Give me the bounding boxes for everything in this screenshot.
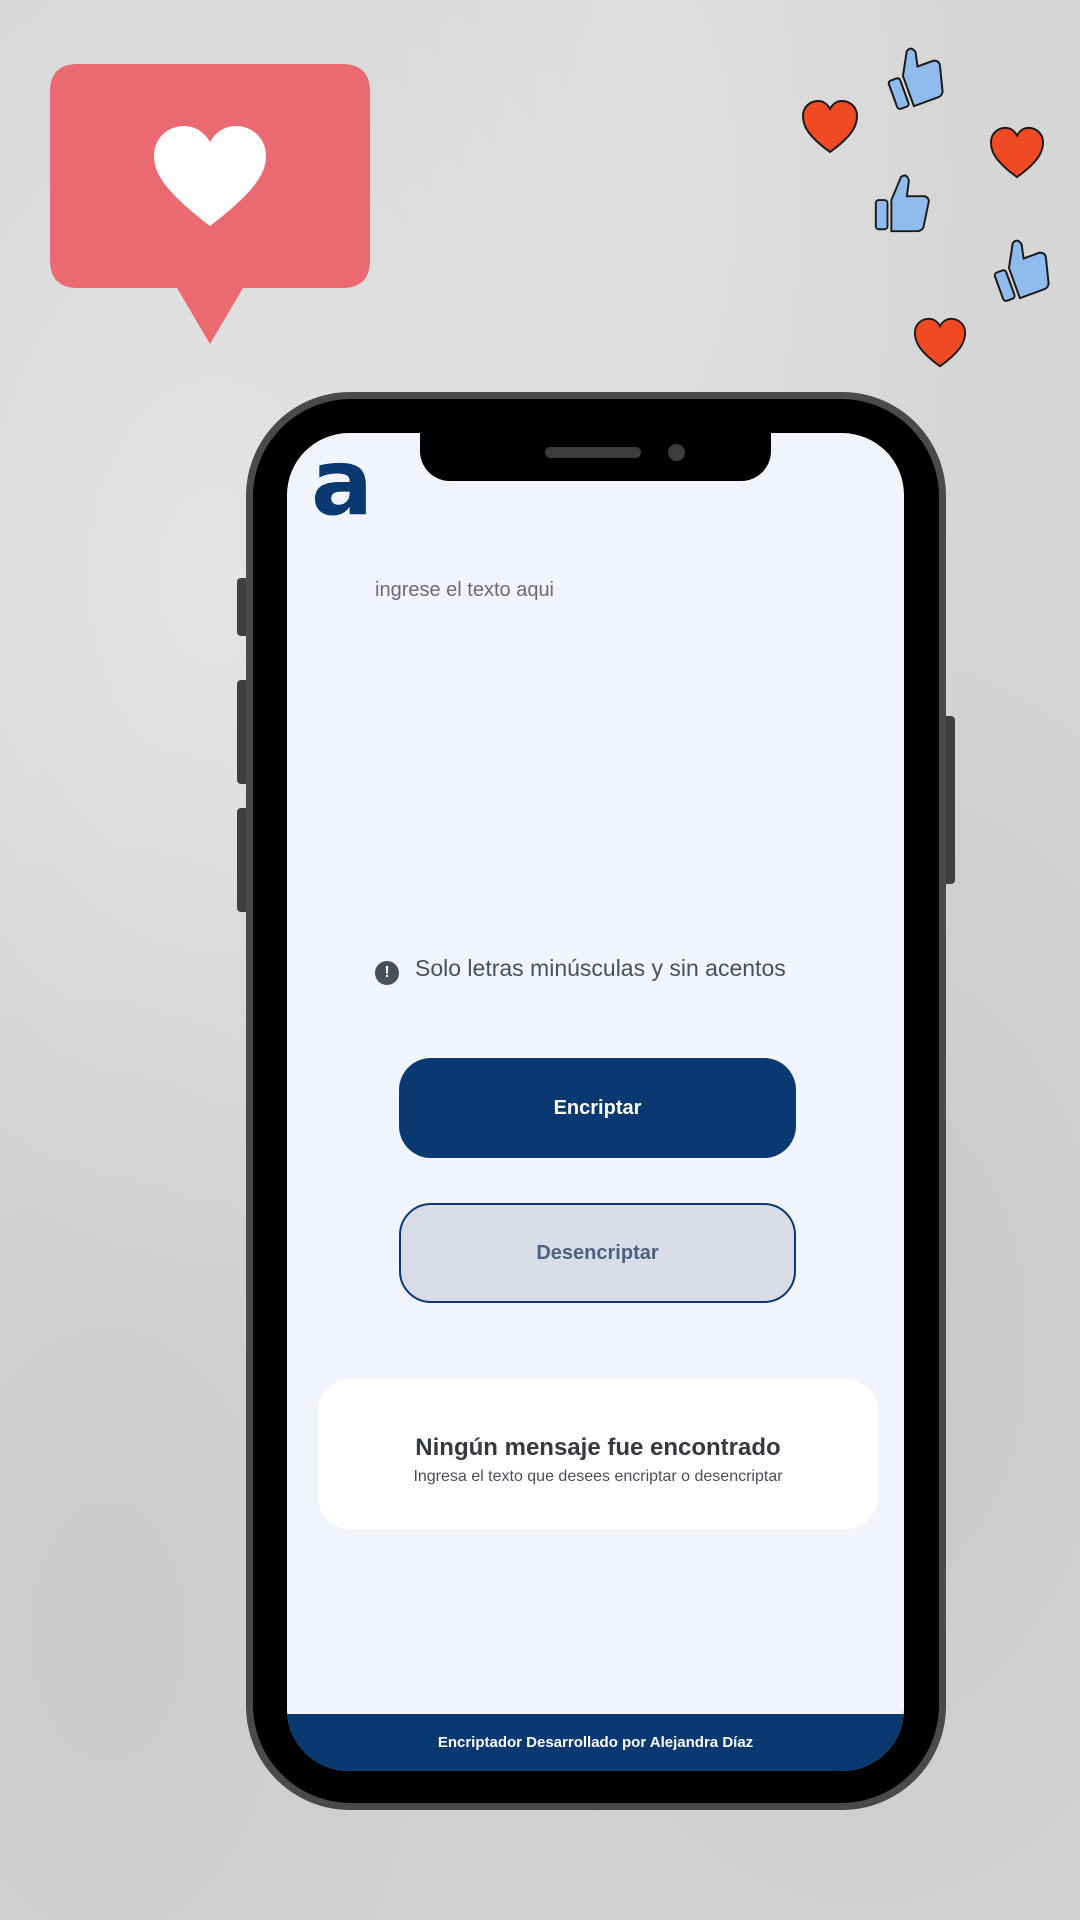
hint-text: Solo letras minúsculas y sin acentos	[415, 955, 786, 981]
exclamation-icon: !	[375, 961, 399, 985]
phone-notch	[420, 433, 771, 481]
heart-sticker-icon	[801, 99, 859, 154]
decrypt-button[interactable]: Desencriptar	[399, 1203, 796, 1303]
encrypt-button[interactable]: Encriptar	[399, 1058, 796, 1158]
result-title: Ningún mensaje fue encontrado	[415, 1434, 781, 1461]
result-subtitle: Ingresa el texto que desees encriptar o …	[413, 1468, 783, 1485]
thumbs-up-sticker-icon	[874, 174, 930, 233]
camera-icon	[668, 444, 685, 461]
like-bubble-heart-icon	[50, 64, 370, 344]
speaker-icon	[545, 447, 641, 458]
result-card: Ningún mensaje fue encontrado Ingresa el…	[318, 1379, 878, 1529]
text-input[interactable]	[375, 579, 835, 939]
hint-row: ! Solo letras minúsculas y sin acentos	[375, 953, 795, 985]
heart-sticker-icon	[989, 126, 1045, 179]
thumbs-up-sticker-icon	[887, 47, 944, 110]
thumbs-up-sticker-icon	[993, 239, 1050, 302]
footer-credit: Encriptador Desarrollado por Alejandra D…	[287, 1714, 904, 1771]
phone-screen: a ! Solo letras minúsculas y sin acentos…	[287, 433, 904, 1771]
app-logo[interactable]: a	[311, 437, 373, 529]
heart-sticker-icon	[913, 317, 967, 368]
